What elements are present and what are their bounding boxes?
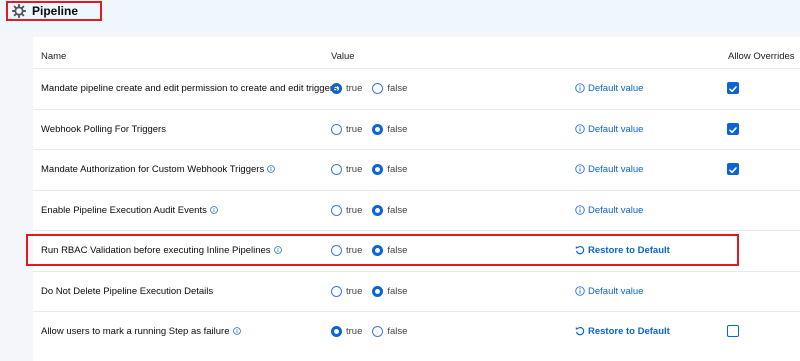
radio-false-label: false: [387, 325, 408, 337]
radio-false[interactable]: [372, 163, 384, 175]
restore-label: Restore to Default: [588, 325, 670, 337]
radio-false[interactable]: [372, 123, 384, 135]
section-header: [0, 0, 800, 30]
radio-false-label: false: [387, 123, 408, 135]
allow-override-checkbox[interactable]: [727, 163, 739, 175]
info-icon[interactable]: [210, 206, 218, 214]
radio-true[interactable]: [331, 285, 342, 297]
setting-name: Webhook Polling For Triggers: [41, 109, 166, 149]
default-value-label: Default value: [588, 285, 644, 297]
value-radio-group: true false: [331, 109, 417, 149]
default-value-label: Default value: [588, 123, 644, 135]
gear-icon: [12, 4, 26, 18]
restore-to-default-button[interactable]: Restore to Default: [575, 311, 670, 351]
setting-name-text: Mandate Authorization for Custom Webhook…: [41, 163, 265, 175]
column-header-value: Value: [331, 51, 355, 62]
default-value-link[interactable]: Default value: [575, 68, 643, 108]
info-circle-icon: [575, 124, 588, 134]
info-icon[interactable]: [232, 327, 241, 335]
radio-false-label: false: [387, 82, 408, 94]
setting-name-text: Do Not Delete Pipeline Execution Details: [41, 285, 214, 297]
table-row: Webhook Polling For Triggers true false Def…: [33, 109, 800, 149]
allow-override-checkbox[interactable]: [727, 82, 739, 94]
radio-true-label: true: [346, 204, 363, 216]
radio-true-label: true: [346, 123, 363, 135]
table-row: Enable Pipeline Execution Audit Events tr…: [33, 190, 800, 230]
table-row: Do Not Delete Pipeline Execution Details…: [33, 271, 800, 311]
radio-false-label: false: [387, 204, 408, 216]
table-row: Mandate Authorization for Custom Webhook…: [33, 149, 800, 189]
radio-true[interactable]: [331, 325, 342, 337]
info-circle-icon: [575, 83, 588, 93]
section-title: Pipeline: [32, 4, 79, 18]
setting-name: Mandate Authorization for Custom Webhook…: [41, 149, 276, 189]
allow-override-checkbox[interactable]: [727, 123, 739, 135]
setting-name-text: Mandate pipeline create and edit permiss…: [41, 82, 338, 94]
radio-true[interactable]: [331, 123, 342, 135]
section-title-highlight[interactable]: Pipeline: [6, 1, 102, 21]
info-icon[interactable]: [267, 165, 276, 173]
setting-name-text: Webhook Polling For Triggers: [41, 123, 166, 135]
value-radio-group: true false: [331, 311, 417, 351]
row-highlight: [26, 234, 739, 266]
setting-name: Mandate pipeline create and edit permiss…: [41, 68, 338, 108]
radio-true-label: true: [346, 82, 363, 94]
radio-true[interactable]: [331, 163, 342, 175]
value-radio-group: true false: [331, 190, 417, 230]
radio-true-label: true: [346, 325, 363, 337]
default-value-label: Default value: [588, 82, 644, 94]
default-value-link[interactable]: Default value: [575, 271, 643, 311]
default-value-link[interactable]: Default value: [575, 190, 643, 230]
default-value-link[interactable]: Default value: [575, 149, 643, 189]
default-value-link[interactable]: Default value: [575, 109, 643, 149]
radio-false-label: false: [387, 163, 408, 175]
setting-name: Allow users to mark a running Step as fa…: [41, 311, 241, 351]
table-row: Mandate pipeline create and edit permiss…: [33, 68, 800, 108]
allow-override-checkbox[interactable]: [727, 325, 739, 337]
value-radio-group: true false: [331, 149, 417, 189]
radio-false[interactable]: [372, 82, 384, 94]
info-circle-icon: [575, 286, 588, 296]
radio-true[interactable]: [331, 82, 342, 94]
radio-false[interactable]: [372, 204, 384, 216]
radio-false-label: false: [387, 285, 408, 297]
default-value-label: Default value: [588, 204, 644, 216]
table-row: Allow users to mark a running Step as fa…: [33, 311, 800, 351]
default-value-label: Default value: [588, 163, 644, 175]
column-header-name: Name: [41, 51, 67, 62]
setting-name: Enable Pipeline Execution Audit Events: [41, 190, 218, 230]
setting-name: Do Not Delete Pipeline Execution Details: [41, 271, 213, 311]
radio-true-label: true: [346, 163, 363, 175]
value-radio-group: true false: [331, 271, 417, 311]
restore-icon: [575, 326, 588, 336]
radio-false[interactable]: [372, 285, 384, 297]
value-radio-group: true false: [331, 68, 417, 108]
radio-true-label: true: [346, 285, 363, 297]
info-circle-icon: [575, 205, 588, 215]
radio-true[interactable]: [331, 204, 342, 216]
radio-false[interactable]: [372, 325, 384, 337]
setting-name-text: Allow users to mark a running Step as fa…: [41, 325, 230, 337]
column-header-allow-overrides: Allow Overrides: [728, 51, 795, 62]
setting-name-text: Enable Pipeline Execution Audit Events: [41, 204, 207, 216]
info-circle-icon: [575, 164, 588, 174]
